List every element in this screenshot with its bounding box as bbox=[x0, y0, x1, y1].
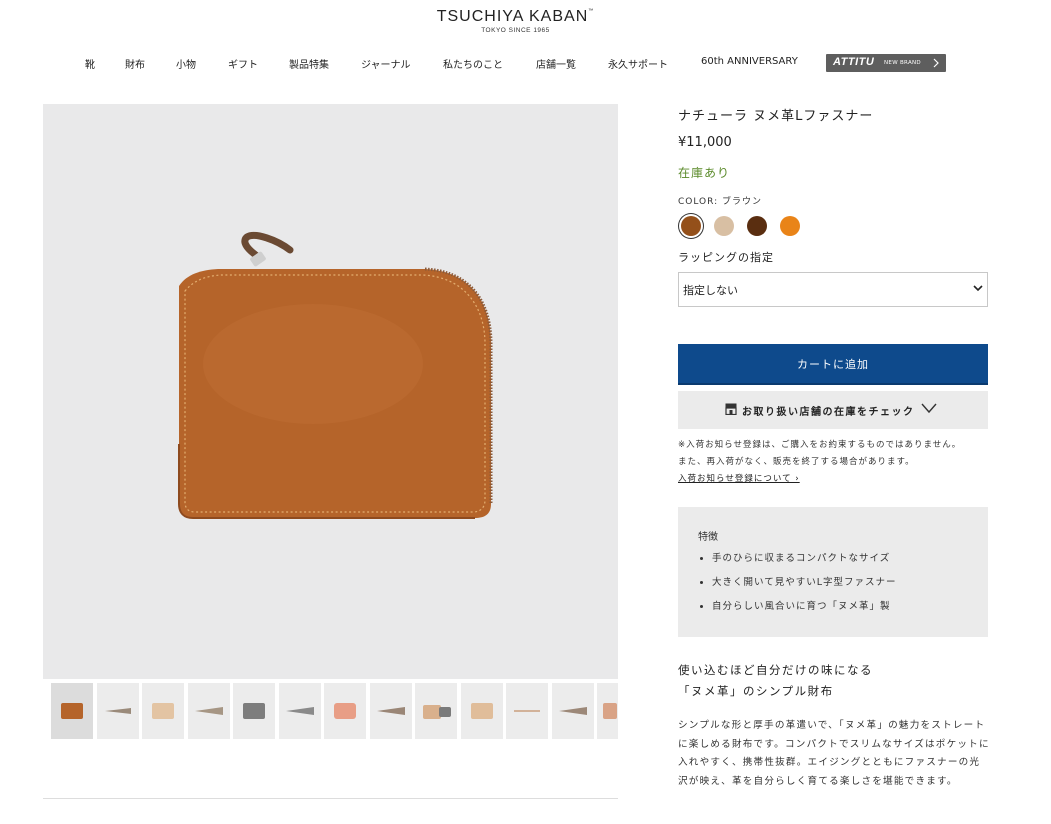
chevron-down-icon bbox=[921, 403, 937, 414]
color-swatch-beige[interactable] bbox=[714, 216, 734, 236]
color-swatch-brown[interactable] bbox=[681, 216, 701, 236]
thumbnail-5[interactable] bbox=[233, 683, 275, 739]
product-main-image[interactable] bbox=[43, 104, 618, 679]
restock-notice-line-1: ※入荷お知らせ登録は、ご購入をお約束するものではありません。 bbox=[678, 440, 962, 450]
nav-item-features[interactable]: 製品特集 bbox=[289, 56, 329, 71]
nav-item-accessories[interactable]: 小物 bbox=[176, 56, 196, 71]
catchphrase-line-2: 「ヌメ革」のシンプル財布 bbox=[678, 684, 834, 698]
feature-item: 手のひらに収まるコンパクトなサイズ bbox=[712, 551, 897, 575]
product-title: ナチューラ ヌメ革Lファスナー bbox=[678, 109, 874, 124]
main-nav: 靴 財布 小物 ギフト 製品特集 ジャーナル 私たちのこと 店舗一覧 永久サポー… bbox=[0, 54, 1051, 72]
stock-status: 在庫あり bbox=[678, 166, 731, 180]
brand-logo[interactable]: TSUCHIYA KABAN™ TOKYO SINCE 1965 bbox=[0, 8, 1031, 34]
thumbnail-1[interactable] bbox=[51, 683, 93, 739]
thumbnail-8[interactable] bbox=[369, 683, 412, 739]
nav-item-shoes[interactable]: 靴 bbox=[85, 56, 95, 71]
chevron-down-icon bbox=[973, 285, 983, 292]
store-stock-check-button[interactable]: お取り扱い店舗の在庫をチェック bbox=[678, 391, 988, 429]
thumbnail-3[interactable] bbox=[142, 683, 184, 739]
gallery-divider bbox=[43, 798, 618, 799]
features-box: 特徴 手のひらに収まるコンパクトなサイズ 大きく開いて見やすいL字型ファスナー … bbox=[678, 507, 988, 637]
brand-logo-text: TSUCHIYA KABAN™ bbox=[436, 8, 595, 25]
nav-item-support[interactable]: 永久サポート bbox=[608, 56, 668, 71]
restock-notice-line-2: また、再入荷がなく、販売を終了する場合があります。 bbox=[678, 457, 915, 467]
product-description: シンプルな形と厚手の革遣いで、「ヌメ革」の魅力をストレートに楽しめる財布です。コ… bbox=[678, 720, 990, 788]
thumbnail-2[interactable] bbox=[96, 683, 139, 739]
new-brand-label: NEW BRAND bbox=[884, 60, 921, 66]
features-list: 手のひらに収まるコンパクトなサイズ 大きく開いて見やすいL字型ファスナー 自分ら… bbox=[698, 551, 897, 623]
thumbnail-13[interactable] bbox=[597, 683, 618, 739]
attitu-brand-button[interactable]: ATTITU NEW BRAND bbox=[826, 54, 946, 72]
attitu-brand-name: ATTITU bbox=[833, 56, 875, 68]
nav-item-stores[interactable]: 店舗一覧 bbox=[536, 56, 576, 71]
restock-notice: ※入荷お知らせ登録は、ご購入をお約束するものではありません。 また、再入荷がなく… bbox=[678, 437, 998, 488]
thumbnail-6[interactable] bbox=[278, 683, 321, 739]
catchphrase: 使い込むほど自分だけの味になる 「ヌメ革」のシンプル財布 bbox=[678, 660, 873, 702]
add-to-cart-button[interactable]: カートに追加 bbox=[678, 344, 988, 385]
thumbnail-12[interactable] bbox=[551, 683, 594, 739]
thumbnail-strip bbox=[51, 683, 618, 739]
color-label: COLOR: ブラウン bbox=[678, 197, 763, 207]
thumbnail-9[interactable] bbox=[415, 683, 457, 739]
features-heading: 特徴 bbox=[698, 532, 718, 543]
product-price: ¥11,000 bbox=[678, 135, 732, 150]
thumbnail-4[interactable] bbox=[187, 683, 230, 739]
store-icon bbox=[725, 403, 737, 415]
wrapping-select-value: 指定しない bbox=[683, 284, 738, 297]
nav-item-anniversary[interactable]: 60th ANNIVERSARY bbox=[701, 56, 798, 67]
nav-item-about[interactable]: 私たちのこと bbox=[443, 56, 503, 71]
catchphrase-line-1: 使い込むほど自分だけの味になる bbox=[678, 663, 873, 677]
brand-tagline: TOKYO SINCE 1965 bbox=[481, 27, 550, 34]
nav-item-journal[interactable]: ジャーナル bbox=[361, 56, 411, 71]
chevron-right-icon bbox=[933, 58, 939, 68]
add-to-cart-label: カートに追加 bbox=[797, 358, 869, 371]
feature-item: 自分らしい風合いに育つ「ヌメ革」製 bbox=[712, 599, 897, 623]
color-swatch-orange[interactable] bbox=[780, 216, 800, 236]
feature-item: 大きく開いて見やすいL字型ファスナー bbox=[712, 575, 897, 599]
restock-notice-link[interactable]: 入荷お知らせ登録について › bbox=[678, 471, 998, 488]
store-stock-check-label: お取り扱い店舗の在庫をチェック bbox=[742, 407, 915, 418]
wallet-illustration bbox=[178, 232, 493, 519]
wrapping-select[interactable]: 指定しない bbox=[678, 272, 988, 307]
thumbnail-7[interactable] bbox=[324, 683, 366, 739]
wrapping-label: ラッピングの指定 bbox=[678, 251, 774, 264]
color-swatch-dark-brown[interactable] bbox=[747, 216, 767, 236]
nav-item-wallets[interactable]: 財布 bbox=[125, 56, 145, 71]
nav-item-gift[interactable]: ギフト bbox=[228, 56, 258, 71]
thumbnail-11[interactable] bbox=[506, 683, 548, 739]
thumbnail-10[interactable] bbox=[460, 683, 503, 739]
